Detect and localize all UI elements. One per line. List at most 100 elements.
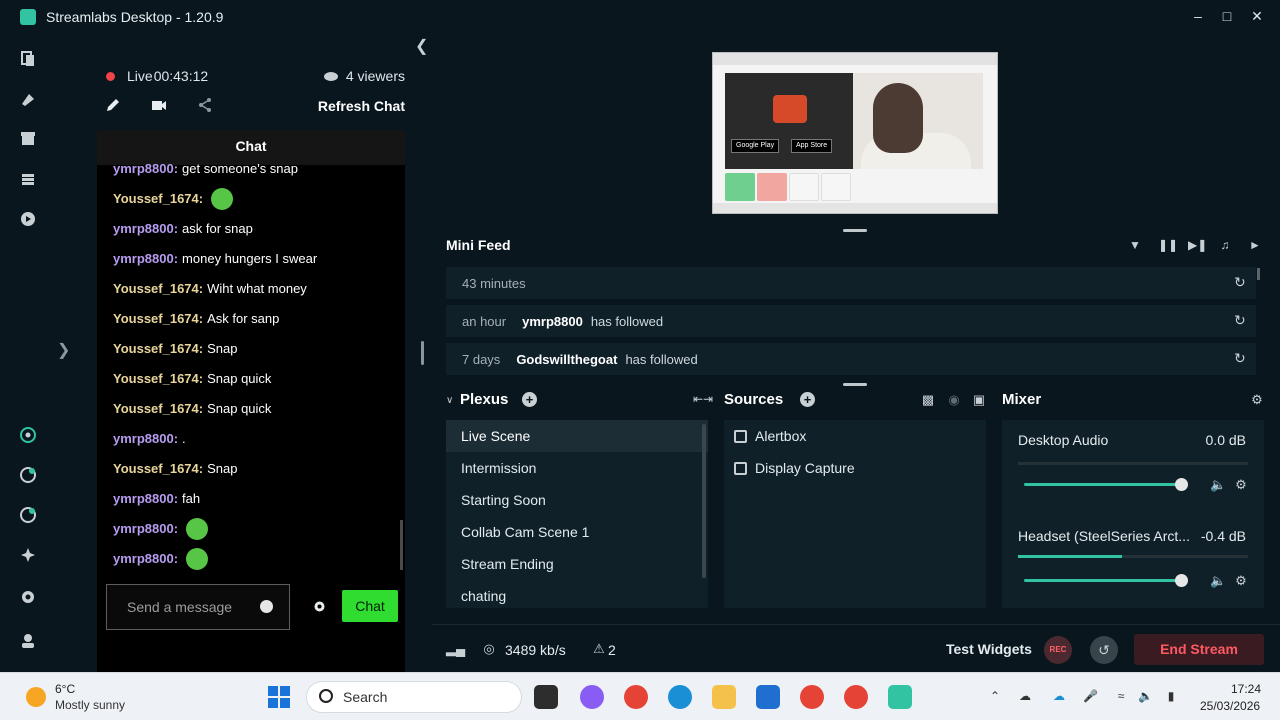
filter-icon[interactable]: ▼ [1128,238,1142,252]
onedrive-icon[interactable]: ☁ [1052,689,1066,703]
volume-slider[interactable] [1024,478,1188,491]
chat-username[interactable]: ymrp8800: [113,424,178,454]
scene-item[interactable]: Intermission [446,452,708,484]
copilot-icon[interactable] [580,685,604,709]
weather-temp[interactable]: 6°C [55,682,75,696]
volume-slider[interactable] [1024,574,1188,587]
maximize-icon[interactable]: □ [1219,8,1235,24]
scene-transition-icon[interactable]: ⇤⇥ [693,392,713,406]
feed-scrollbar[interactable] [1257,268,1260,280]
speaker-icon[interactable]: 🔈 [1210,478,1226,492]
chat-message-input[interactable]: Send a message [106,584,290,630]
collapse-dock-chevron-icon[interactable]: ❮ [415,36,428,56]
add-scene-icon[interactable]: + [522,392,537,407]
chat-username[interactable]: Youssef_1674: [113,364,203,394]
scene-item[interactable]: Collab Cam Scene 1 [446,516,708,548]
chat-username[interactable]: ymrp8800: [113,484,178,514]
app-store-icon[interactable] [19,466,37,484]
skip-icon[interactable]: ▶❚ [1188,238,1207,252]
source-display-icon[interactable]: ▩ [921,393,935,407]
chat-send-button[interactable]: Chat [342,590,398,622]
replay-alert-icon[interactable]: ↻ [1234,275,1248,289]
play-icon[interactable] [19,210,37,228]
chat-username[interactable]: Youssef_1674: [113,454,203,484]
edge-icon[interactable] [668,685,692,709]
chat-username[interactable]: Youssef_1674: [113,394,203,424]
cloudbot-icon[interactable] [19,426,37,444]
dock-resize-handle[interactable] [421,341,424,365]
scene-item[interactable]: Starting Soon [446,484,708,516]
edit-pencil-icon[interactable] [104,96,122,114]
chat-username[interactable]: Youssef_1674: [113,304,203,334]
chat-username[interactable]: ymrp8800: [113,154,178,184]
refresh-chat-button[interactable]: Refresh Chat [318,98,405,114]
source-item[interactable]: Alertbox [724,420,986,452]
weather-desc[interactable]: Mostly sunny [55,698,125,712]
chrome-profile-2-icon[interactable] [844,685,868,709]
expand-nav-chevron-icon[interactable]: ❯ [57,340,70,360]
streamlabs-taskbar-icon[interactable] [888,685,912,709]
mixer-settings-icon[interactable]: ⚙ [1250,393,1264,407]
microphone-icon[interactable]: 🎤 [1083,689,1098,703]
test-widgets-button[interactable]: Test Widgets [946,641,1032,657]
record-button[interactable]: REC [1044,636,1072,664]
microsoft-store-icon[interactable] [756,685,780,709]
ai-sparkle-icon[interactable] [19,546,37,564]
emoji-icon[interactable] [260,600,273,613]
task-view-icon[interactable] [534,685,558,709]
editor-icon[interactable] [19,50,37,68]
themes-icon[interactable] [19,90,37,108]
replay-alert-icon[interactable]: ↻ [1234,313,1248,327]
alert-box-icon[interactable] [19,506,37,524]
scenes-scrollbar[interactable] [702,424,706,578]
volume-knob[interactable] [1175,478,1188,491]
scene-item[interactable]: Live Scene [446,420,708,452]
share-icon[interactable] [196,96,214,114]
scene-item[interactable]: Stream Ending [446,548,708,580]
store-icon[interactable] [19,130,37,148]
preview-resize-handle[interactable] [843,229,867,232]
volume-knob[interactable] [1175,574,1188,587]
profile-icon[interactable] [19,632,37,650]
end-stream-button[interactable]: End Stream [1134,634,1264,665]
add-source-icon[interactable]: + [800,392,815,407]
pause-icon[interactable]: ❚❚ [1158,238,1178,252]
weather-sun-icon[interactable] [26,687,46,707]
volume-tray-icon[interactable]: 🔈 [1138,689,1153,703]
network-tray-icon[interactable]: ☁ [1018,689,1032,703]
windows-start-icon[interactable] [268,686,290,708]
warning-icon[interactable]: ⚠ [592,642,606,656]
volume-icon[interactable]: ► [1248,238,1262,252]
file-explorer-icon[interactable] [712,685,736,709]
chat-username[interactable]: ymrp8800: [113,514,178,544]
chat-username[interactable]: Youssef_1674: [113,184,203,214]
chrome-icon[interactable] [624,685,648,709]
chat-username[interactable]: ymrp8800: [113,214,178,244]
chat-username[interactable]: ymrp8800: [113,544,178,574]
taskbar-search[interactable]: Search [306,681,522,713]
chat-username[interactable]: Youssef_1674: [113,334,203,364]
clock-time[interactable]: 17:24 [1231,682,1261,696]
feed-resize-handle[interactable] [843,383,867,386]
minimize-icon[interactable]: – [1190,8,1206,24]
battery-icon[interactable]: ▮ [1164,689,1178,703]
scenes-title[interactable]: Plexus [460,391,508,408]
wifi-icon[interactable]: ≈ [1114,689,1128,703]
scene-item[interactable]: chating [446,580,708,612]
tray-overflow-icon[interactable]: ⌃ [988,689,1002,703]
replay-buffer-button[interactable]: ↺ [1090,636,1118,664]
performance-chart-icon[interactable]: ▂▄ [446,642,465,656]
chat-username[interactable]: ymrp8800: [113,244,178,274]
source-item[interactable]: Display Capture [724,452,986,484]
camera-icon[interactable] [150,96,168,114]
mute-alerts-icon[interactable]: ♫ [1218,238,1232,252]
layers-icon[interactable] [19,170,37,188]
replay-alert-icon[interactable]: ↻ [1234,351,1248,365]
scene-collection-chevron-icon[interactable]: ∨ [446,395,453,406]
chat-settings-icon[interactable] [313,600,326,613]
clock-date[interactable]: 25/03/2026 [1200,699,1260,713]
chat-scrollbar[interactable] [400,520,403,570]
chat-username[interactable]: Youssef_1674: [113,274,203,304]
source-audio-icon[interactable]: ◉ [947,393,961,407]
stream-preview[interactable]: Google Play App Store [712,52,998,214]
